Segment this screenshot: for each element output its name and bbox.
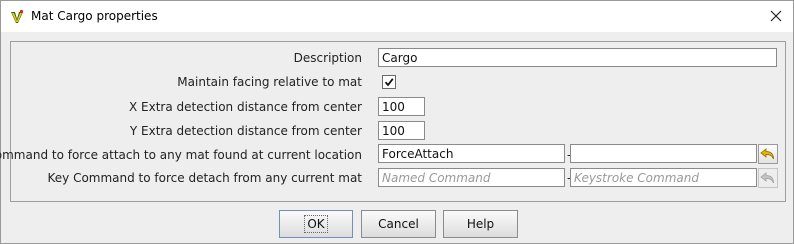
close-icon[interactable] bbox=[763, 5, 789, 27]
detach-named-command-field[interactable]: Named Command bbox=[378, 168, 565, 187]
description-field[interactable]: Cargo bbox=[378, 48, 777, 67]
maintain-facing-checkbox[interactable] bbox=[382, 75, 396, 89]
y-extra-label: Y Extra detection distance from center bbox=[129, 124, 362, 138]
help-button[interactable]: Help bbox=[443, 210, 518, 238]
help-button-label: Help bbox=[466, 217, 495, 231]
cancel-button[interactable]: Cancel bbox=[361, 210, 436, 238]
window-title: Mat Cargo properties bbox=[31, 9, 158, 23]
detach-key-label: Key Command to force detach from any cur… bbox=[47, 171, 363, 185]
attach-key-label: Key Command to force attach to any mat f… bbox=[0, 148, 362, 162]
properties-panel: Description Cargo Maintain facing relati… bbox=[0, 41, 786, 202]
app-logo-icon bbox=[9, 9, 25, 25]
attach-named-command-field[interactable]: ForceAttach bbox=[378, 144, 565, 163]
cancel-button-label: Cancel bbox=[378, 217, 419, 231]
maintain-facing-label: Maintain facing relative to mat bbox=[177, 75, 362, 89]
title-bar: Mat Cargo properties bbox=[1, 1, 793, 32]
detach-keystroke-field[interactable]: Keystroke Command bbox=[570, 168, 757, 187]
attach-undo-button[interactable] bbox=[758, 144, 778, 164]
x-extra-label: X Extra detection distance from center bbox=[128, 100, 362, 114]
description-label: Description bbox=[293, 51, 362, 65]
ok-button[interactable]: OK bbox=[279, 210, 353, 238]
attach-keystroke-field[interactable] bbox=[570, 144, 757, 163]
undo-arrow-icon bbox=[760, 148, 774, 160]
dialog-window: Mat Cargo properties Description Cargo M… bbox=[0, 0, 794, 244]
x-extra-field[interactable]: 100 bbox=[378, 97, 425, 116]
undo-arrow-icon bbox=[760, 172, 774, 184]
detach-undo-button[interactable] bbox=[758, 168, 778, 188]
y-extra-field[interactable]: 100 bbox=[378, 121, 425, 140]
checkmark-icon bbox=[384, 78, 394, 87]
ok-button-label: OK bbox=[304, 215, 328, 233]
